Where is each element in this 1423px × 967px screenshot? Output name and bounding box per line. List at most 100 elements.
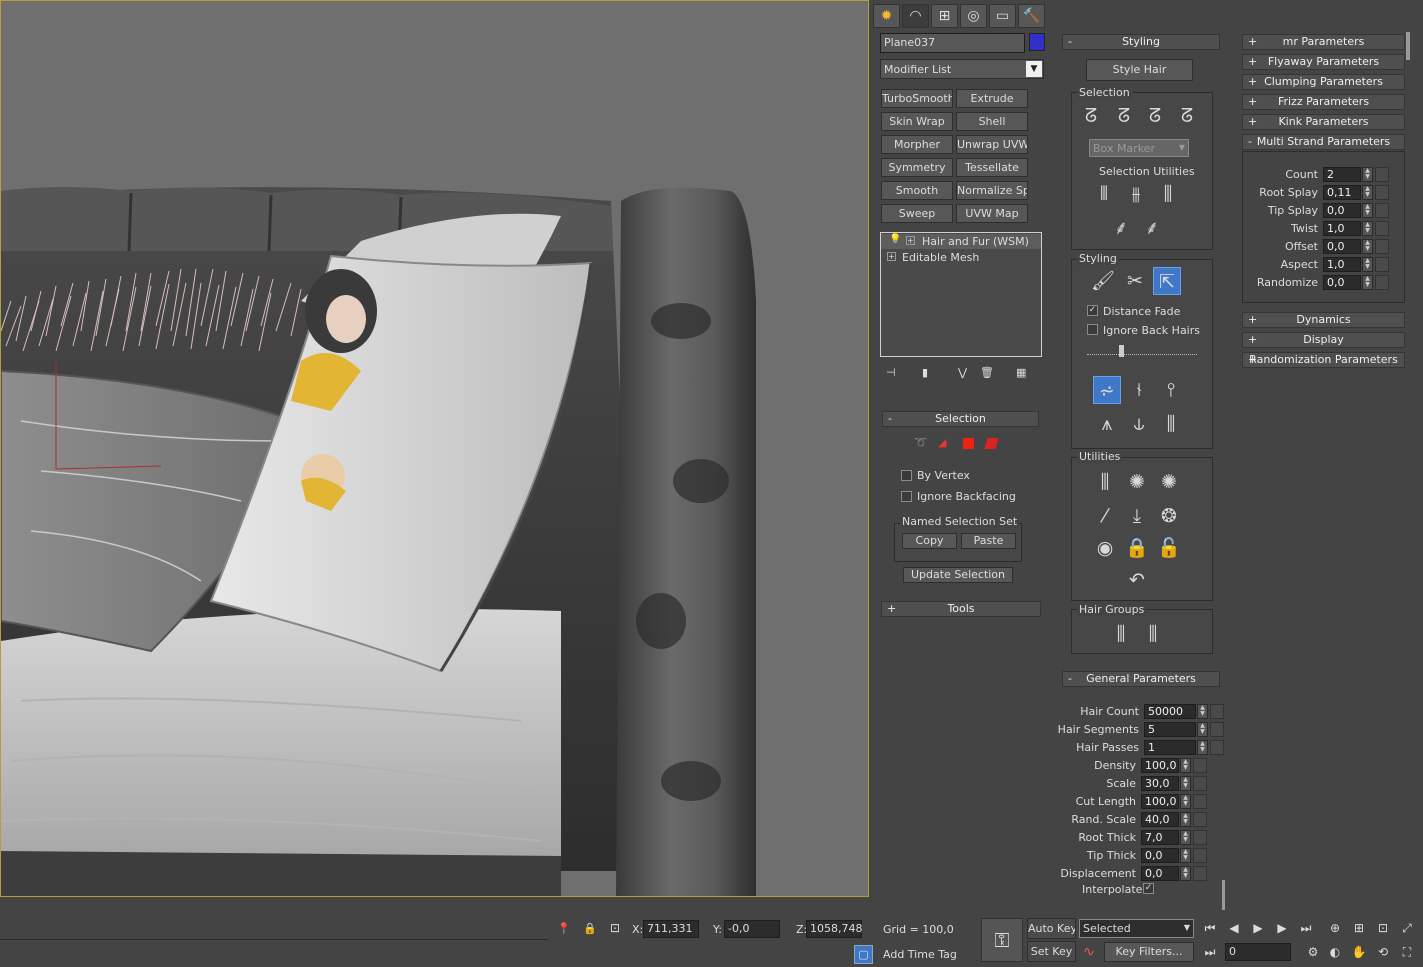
- param-spinner-field[interactable]: 100,0: [1141, 758, 1179, 773]
- map-button[interactable]: [1375, 257, 1389, 272]
- param-spinner-field[interactable]: 5: [1144, 722, 1196, 737]
- param-spinner-field[interactable]: 1,0: [1323, 221, 1361, 236]
- select-guide-vertices-icon[interactable]: ᘔ: [1141, 102, 1169, 130]
- style-hair-button[interactable]: Style Hair: [1086, 59, 1193, 81]
- ignore-backfacing-checkbox[interactable]: [901, 491, 912, 502]
- spinner-arrows-icon[interactable]: ▲ ▼: [1362, 203, 1373, 218]
- modifier-button-sweep[interactable]: Sweep: [881, 204, 953, 223]
- map-button[interactable]: [1210, 704, 1224, 719]
- translate-icon[interactable]: ⩫: [1093, 376, 1121, 404]
- next-frame-icon[interactable]: ▶: [1272, 918, 1292, 938]
- map-button[interactable]: [1375, 185, 1389, 200]
- spinner-arrows-icon[interactable]: ▲ ▼: [1180, 830, 1191, 845]
- map-button[interactable]: [1210, 722, 1224, 737]
- make-unique-icon[interactable]: ⋁: [958, 366, 967, 379]
- invert-selection-icon[interactable]: ⫴: [1090, 180, 1118, 208]
- pin-icon[interactable]: 📍: [557, 922, 571, 935]
- rollout-clumping-parameters[interactable]: + Clumping Parameters: [1242, 74, 1405, 90]
- modifier-button-turbosmooth[interactable]: TurboSmooth: [881, 89, 953, 108]
- map-button[interactable]: [1210, 740, 1224, 755]
- param-spinner-field[interactable]: 0,0: [1141, 848, 1179, 863]
- param-spinner-field[interactable]: 2: [1323, 167, 1361, 182]
- puff-roots-icon[interactable]: ⫯: [1157, 376, 1185, 404]
- hair-cut-icon[interactable]: ✂: [1121, 267, 1149, 295]
- selection-rollout-header[interactable]: - Selection: [882, 411, 1039, 427]
- create-tab-icon[interactable]: ✹: [873, 4, 900, 28]
- key-mode-toggle-icon[interactable]: ⏭: [1200, 942, 1220, 962]
- lock-icon[interactable]: 🔒: [1123, 534, 1151, 562]
- modifier-button-extrude[interactable]: Extrude: [956, 89, 1028, 108]
- rollout-kink-parameters[interactable]: + Kink Parameters: [1242, 114, 1405, 130]
- modifier-button-symmetry[interactable]: Symmetry: [881, 158, 953, 177]
- rollout-display[interactable]: + Display: [1242, 332, 1405, 348]
- set-key-mode-icon[interactable]: ⚿: [981, 918, 1023, 962]
- modifier-button-smooth[interactable]: Smooth: [881, 181, 953, 200]
- map-button[interactable]: [1193, 812, 1207, 827]
- rollout-multi-strand-parameters[interactable]: - Multi Strand Parameters: [1242, 134, 1405, 150]
- clump-icon[interactable]: ⩚: [1093, 410, 1121, 438]
- slider-thumb[interactable]: [1119, 345, 1124, 357]
- scrollbar[interactable]: [1222, 880, 1225, 910]
- hierarchy-tab-icon[interactable]: ⊞: [931, 4, 958, 28]
- rollout-dynamics[interactable]: + Dynamics: [1242, 312, 1405, 328]
- map-button[interactable]: [1375, 221, 1389, 236]
- param-spinner-field[interactable]: 0,0: [1323, 275, 1361, 290]
- scale-icon[interactable]: ⫼: [1157, 410, 1185, 438]
- modifier-list-dropdown[interactable]: Modifier List ▼: [880, 59, 1044, 79]
- show-hidden-icon[interactable]: ⸙: [1138, 214, 1166, 242]
- motion-tab-icon[interactable]: ◎: [960, 4, 987, 28]
- spinner-arrows-icon[interactable]: ▲ ▼: [1362, 221, 1373, 236]
- general-parameters-header[interactable]: - General Parameters: [1062, 671, 1220, 687]
- go-to-start-icon[interactable]: ⏮: [1200, 918, 1220, 938]
- spinner-arrows-icon[interactable]: ▲ ▼: [1180, 758, 1191, 773]
- attenuate-icon[interactable]: ⫼: [1091, 468, 1119, 496]
- light-bulb-icon[interactable]: 💡: [889, 234, 901, 245]
- auto-key-button[interactable]: Auto Key: [1027, 918, 1076, 939]
- pin-stack-icon[interactable]: ⊣: [886, 366, 896, 379]
- spinner-arrows-icon[interactable]: ▲ ▼: [1362, 185, 1373, 200]
- expand-selection-icon[interactable]: ⫼: [1154, 180, 1182, 208]
- hide-selected-icon[interactable]: ⸙: [1107, 214, 1135, 242]
- spinner-arrows-icon[interactable]: ▲ ▼: [1180, 794, 1191, 809]
- expand-icon[interactable]: +: [887, 252, 896, 261]
- reset-rest-icon[interactable]: ◉: [1091, 534, 1119, 562]
- modifier-button-normalize-spl[interactable]: Normalize Spl.: [956, 181, 1028, 200]
- map-button[interactable]: [1193, 758, 1207, 773]
- merge-hairs-icon[interactable]: ⫼: [1139, 620, 1167, 648]
- param-spinner-field[interactable]: 1: [1144, 740, 1196, 755]
- zoom-extents-icon[interactable]: ⊡: [1373, 918, 1393, 938]
- split-hairs-icon[interactable]: ⫼: [1107, 620, 1135, 648]
- guide-select-icon[interactable]: ◢: [938, 436, 946, 449]
- modifier-button-morpher[interactable]: Morpher: [881, 135, 953, 154]
- spinner-arrows-icon[interactable]: ▲ ▼: [1362, 239, 1373, 254]
- remove-modifier-icon[interactable]: 🗑: [980, 366, 994, 379]
- selection-lock-icon[interactable]: 🔒: [583, 922, 597, 935]
- box-marker-dropdown[interactable]: Box Marker ▼: [1089, 139, 1189, 157]
- styling-rollout-header[interactable]: - Styling: [1062, 34, 1220, 50]
- param-spinner-field[interactable]: 0,11: [1323, 185, 1361, 200]
- pop-selected-icon[interactable]: ✺: [1123, 468, 1151, 496]
- select-tool-icon[interactable]: ⇱: [1153, 267, 1181, 295]
- paste-button[interactable]: Paste: [961, 533, 1016, 549]
- rollout-frizz-parameters[interactable]: + Frizz Parameters: [1242, 94, 1405, 110]
- object-name-field[interactable]: Plane037: [880, 33, 1025, 53]
- spinner-arrows-icon[interactable]: ▲ ▼: [1362, 167, 1373, 182]
- copy-button[interactable]: Copy: [902, 533, 957, 549]
- modify-tab-icon[interactable]: ◠: [902, 4, 929, 28]
- spinner-arrows-icon[interactable]: ▲ ▼: [1197, 740, 1208, 755]
- utilities-tab-icon[interactable]: 🔨: [1018, 4, 1045, 28]
- x-coordinate-field[interactable]: 711,331: [643, 920, 699, 938]
- param-spinner-field[interactable]: 50000: [1144, 704, 1196, 719]
- stand-icon[interactable]: ⫮: [1125, 376, 1153, 404]
- expand-icon[interactable]: +: [906, 236, 915, 245]
- map-button[interactable]: [1193, 776, 1207, 791]
- modifier-button-tessellate[interactable]: Tessellate: [956, 158, 1028, 177]
- spinner-arrows-icon[interactable]: ▲ ▼: [1197, 722, 1208, 737]
- map-button[interactable]: [1375, 275, 1389, 290]
- orbit-icon[interactable]: ⟲: [1373, 942, 1393, 962]
- previous-frame-icon[interactable]: ◀: [1224, 918, 1244, 938]
- param-spinner-field[interactable]: 30,0: [1141, 776, 1179, 791]
- spinner-arrows-icon[interactable]: ▲ ▼: [1180, 848, 1191, 863]
- param-spinner-field[interactable]: 0,0: [1323, 203, 1361, 218]
- tangent-icon[interactable]: ∿: [1083, 944, 1095, 960]
